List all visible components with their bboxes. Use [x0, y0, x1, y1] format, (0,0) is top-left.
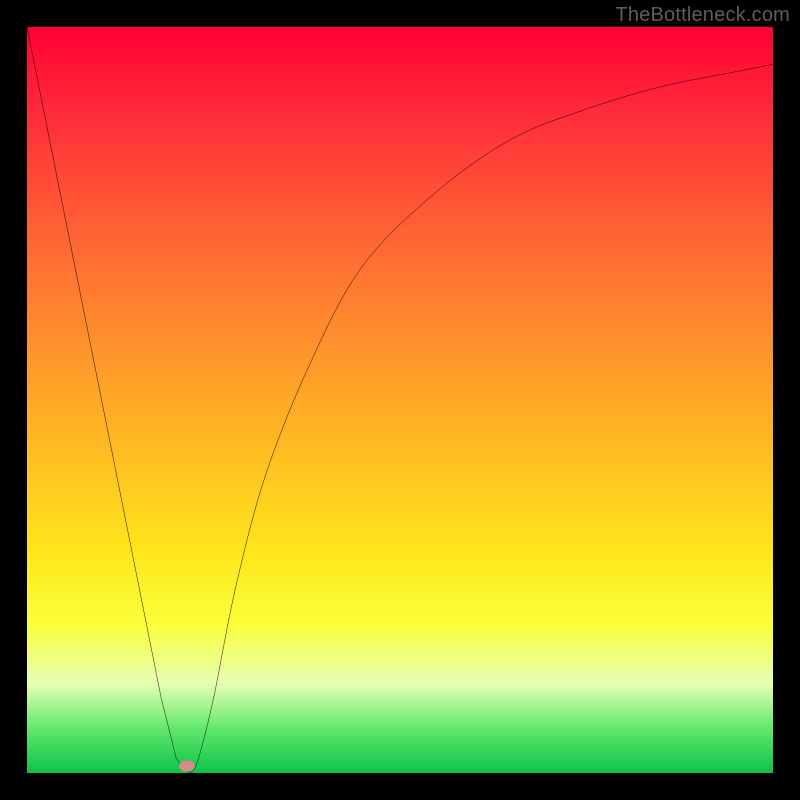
chart-curve-svg	[27, 27, 773, 773]
watermark-text: TheBottleneck.com	[615, 4, 790, 27]
chart-frame	[27, 27, 773, 773]
bottleneck-curve-path	[27, 27, 773, 773]
chart-marker-dot	[179, 760, 195, 771]
